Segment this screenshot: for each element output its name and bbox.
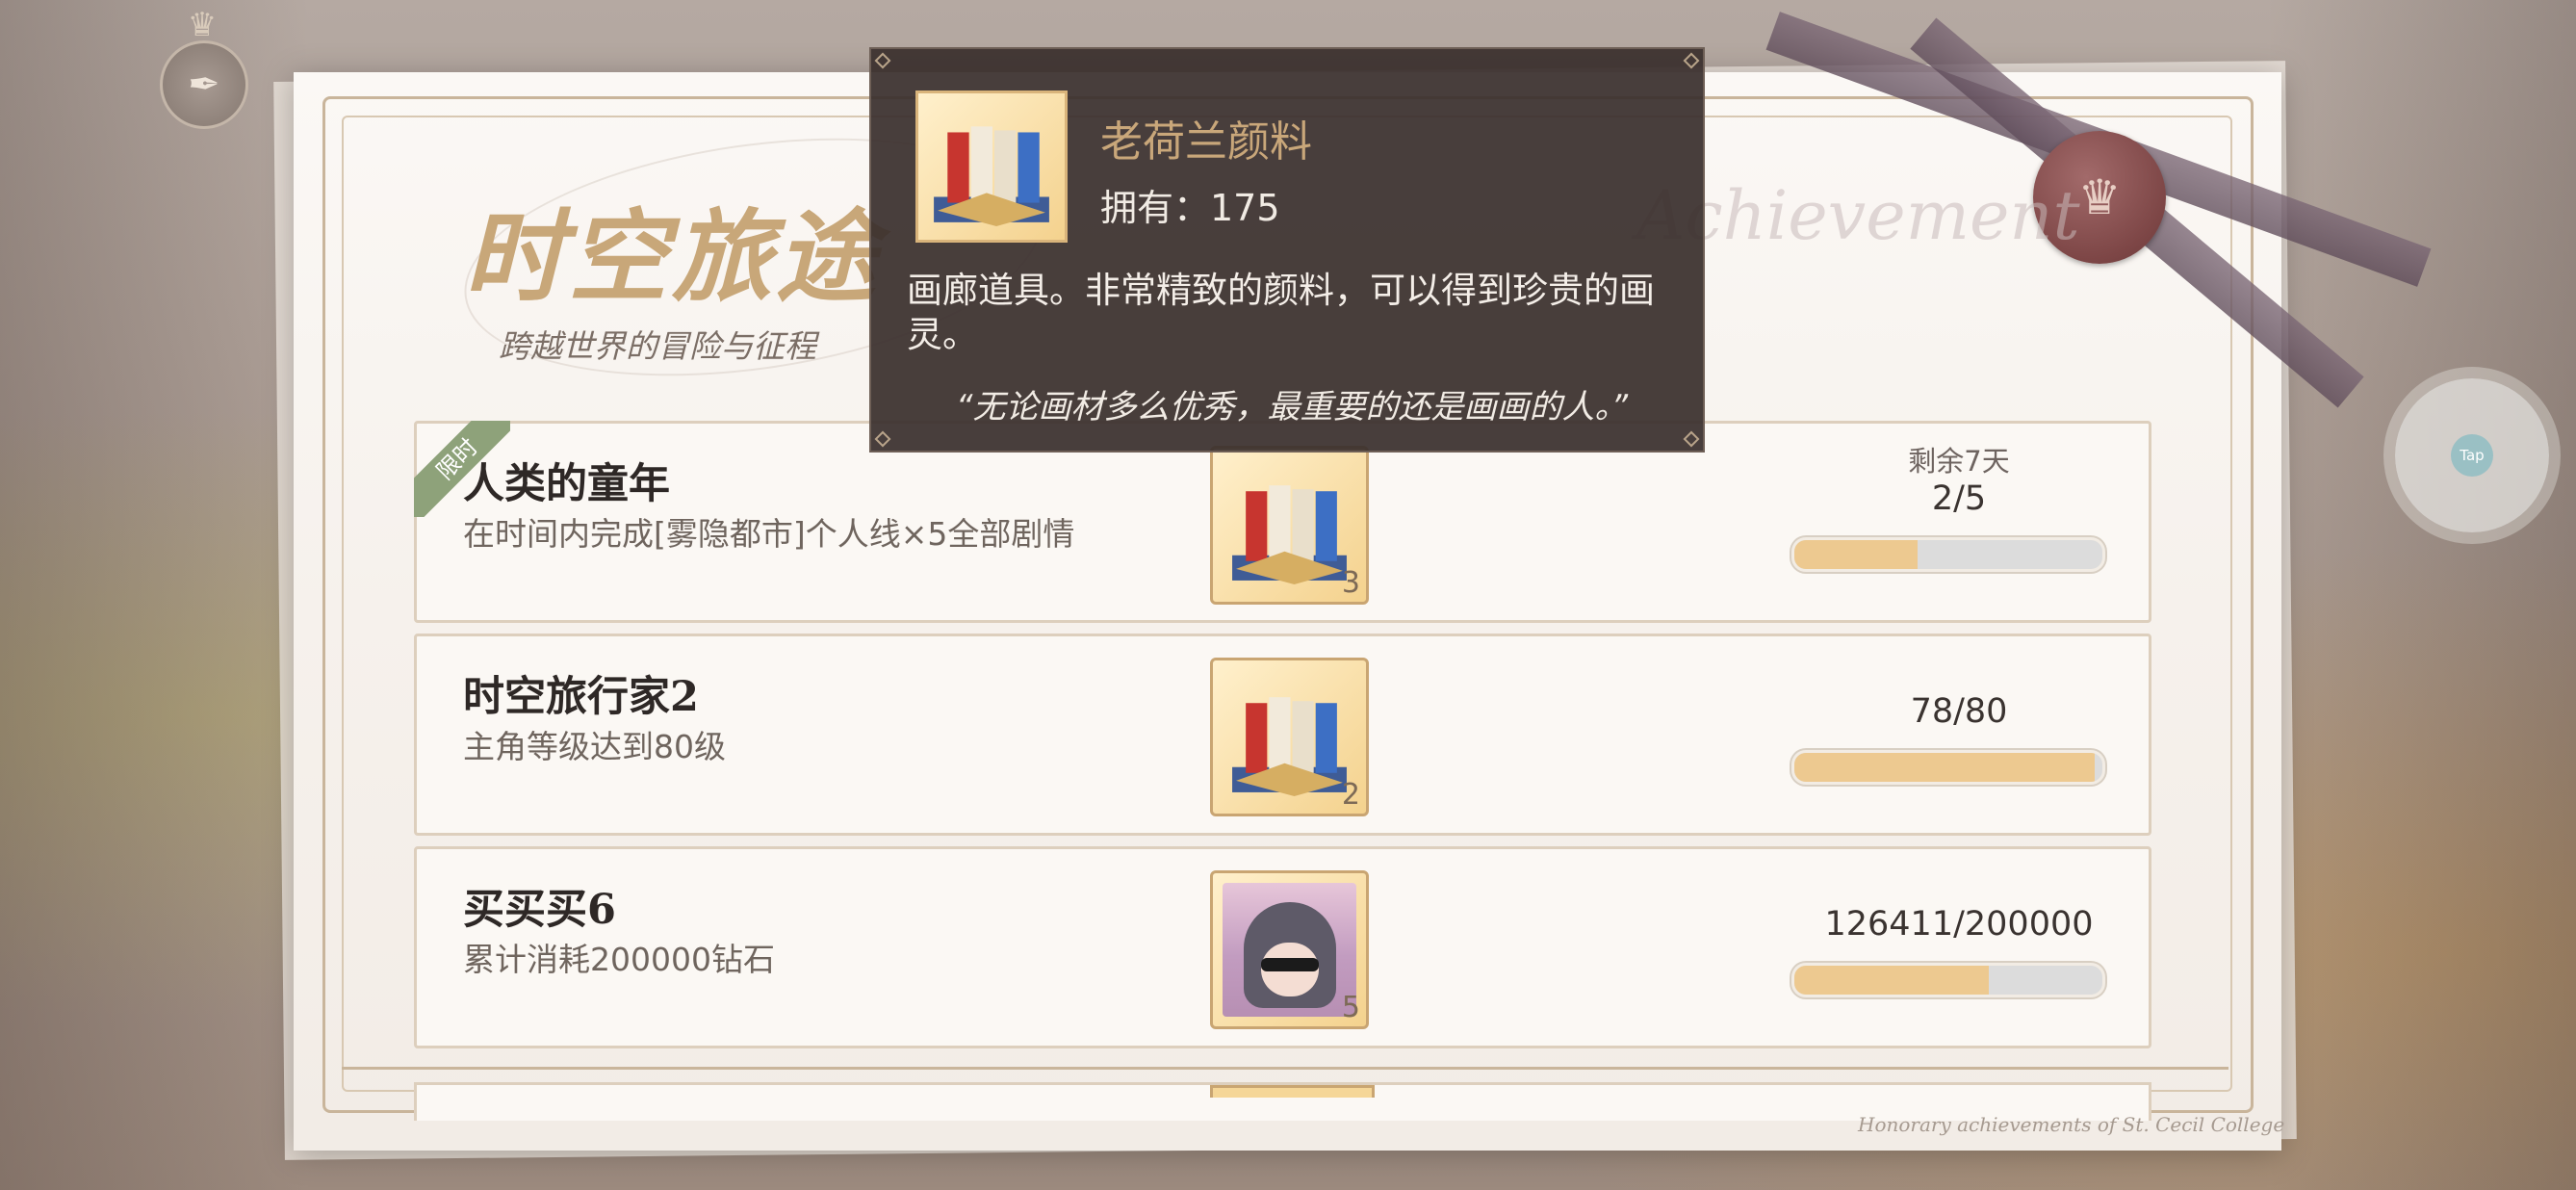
- corner-ornament-icon: [1683, 430, 1700, 448]
- panel-frame-bottom: [342, 1067, 2228, 1083]
- page-title: 时空旅途: [464, 197, 881, 316]
- progress-fill: [1794, 540, 1918, 569]
- sunglasses-icon: [1261, 958, 1319, 971]
- achievement-description: 主角等级达到80级: [463, 728, 726, 765]
- crown-ornament-icon: ♛: [187, 6, 218, 44]
- tooltip-owned-count: 拥有：175: [1100, 187, 1280, 229]
- corner-ornament-icon: [874, 52, 891, 69]
- achievement-name: 人类的童年: [463, 460, 670, 508]
- page-subtitle: 跨越世界的冒险与征程: [499, 327, 816, 365]
- tooltip-item-name: 老荷兰颜料: [1100, 117, 1312, 167]
- character-portrait-icon: [1223, 883, 1356, 1017]
- reward-count: 3: [1341, 566, 1360, 600]
- reward-item[interactable]: [1210, 1085, 1375, 1098]
- progress-bar: [1791, 750, 2105, 785]
- achievement-description: 累计消耗200000钻石: [463, 941, 775, 978]
- progress-text: 78/80: [1910, 692, 2008, 731]
- item-tooltip: 老荷兰颜料 拥有：175 画廊道具。非常精致的颜料，可以得到珍贵的画灵。 “无论…: [869, 47, 1705, 453]
- paint-set-icon: [1232, 485, 1347, 584]
- achievement-name: 时空旅行家2: [463, 673, 699, 721]
- reward-count: 5: [1341, 991, 1360, 1024]
- progress-text: 126411/200000: [1824, 905, 2094, 944]
- progress-bar: [1791, 963, 2105, 997]
- achievement-row: 买买买6 累计消耗200000钻石 5 126411/200000: [414, 846, 2151, 1048]
- progress-fill: [1794, 966, 1990, 995]
- tooltip-description: 画廊道具。非常精致的颜料，可以得到珍贵的画灵。: [907, 270, 1655, 355]
- reward-item[interactable]: 2: [1210, 658, 1369, 816]
- tap-button-label: Tap: [2451, 434, 2493, 477]
- achievement-row: 时空旅行家2 主角等级达到80级 2 78/80: [414, 634, 2151, 836]
- progress-fill: [1794, 753, 2095, 782]
- corner-ornament-icon: [1683, 52, 1700, 69]
- progress-text: 2/5: [1931, 479, 1987, 518]
- remaining-time: 剩余7天: [1908, 445, 2010, 478]
- reward-count: 2: [1341, 778, 1360, 812]
- corner-ornament-icon: [874, 430, 891, 448]
- reward-item[interactable]: 5: [1210, 870, 1369, 1029]
- pen-nib-icon: ✒: [188, 63, 220, 107]
- reward-item[interactable]: 3: [1210, 446, 1369, 605]
- paint-set-icon: [934, 126, 1049, 226]
- achievement-name: 买买买6: [463, 886, 616, 934]
- achievement-description: 在时间内完成[雾隐都市]个人线×5全部剧情: [463, 515, 1075, 553]
- progress-bar: [1791, 537, 2105, 572]
- back-button[interactable]: ✒: [160, 40, 248, 129]
- tooltip-item-icon: [915, 91, 1068, 243]
- footer-watermark: Honorary achievements of St. Cecil Colle…: [1858, 1113, 2285, 1136]
- paint-set-icon: [1232, 697, 1347, 796]
- tooltip-quote: “无论画材多么优秀，最重要的还是画画的人。”: [955, 388, 1629, 427]
- tap-button[interactable]: Tap: [2395, 378, 2549, 532]
